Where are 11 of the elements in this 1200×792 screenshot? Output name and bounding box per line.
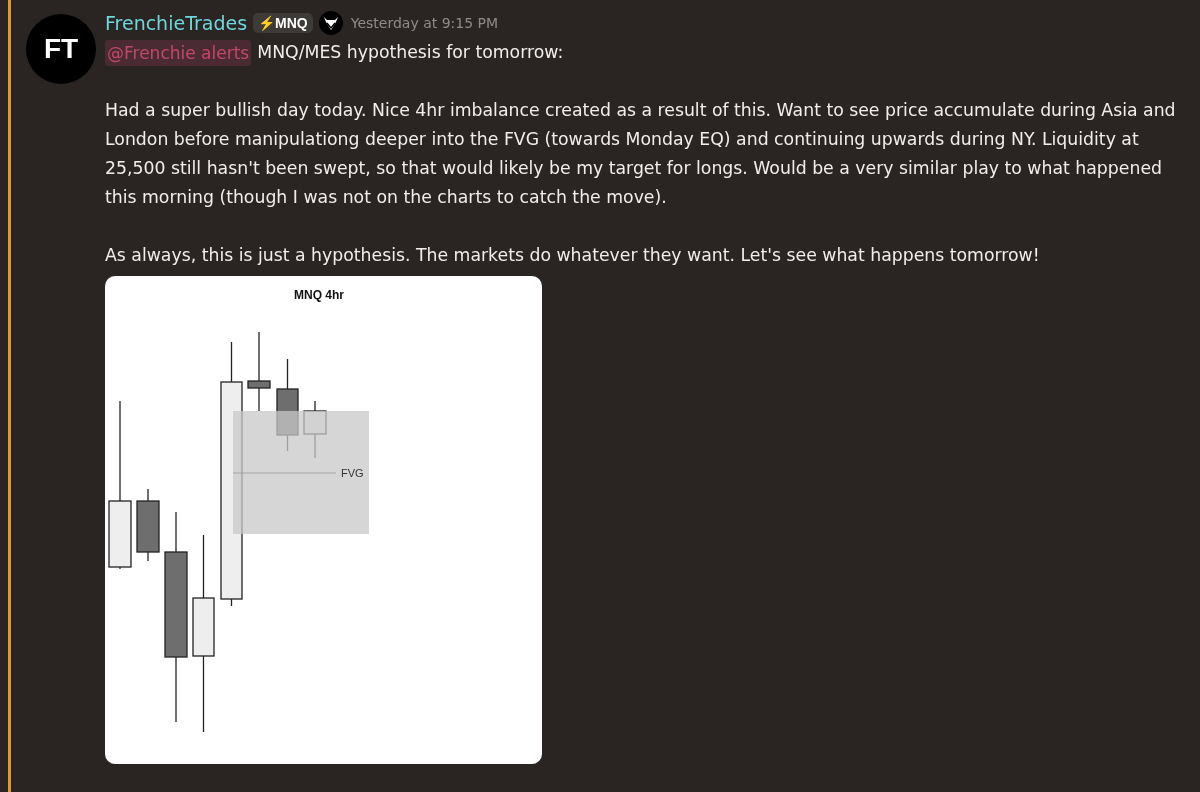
author-name[interactable]: FrenchieTrades — [105, 12, 248, 34]
message-text: As always, this is just a hypothesis. The markets do whatever they want. Let's see what happens tomorrow! — [105, 244, 1041, 267]
timestamp: Yesterday at 9:15 PM — [350, 15, 499, 31]
chart-title: MNQ 4hr — [294, 288, 344, 302]
zone-label: FVG — [341, 467, 364, 479]
avatar[interactable]: FT — [26, 14, 96, 84]
bull-icon — [318, 11, 343, 35]
message-text: MNQ/MES hypothesis for tomorrow: — [257, 41, 564, 64]
role-tag: ⚡MNQ — [253, 13, 313, 33]
message-text: Had a super bullish day today. Nice 4hr imbalance created as a result of this. Want to see price accumulate during Asia and London before manipulationg deeper into the FVG (towards Monday EQ) and continuing upwards during NY. Liquidity at 25,500 still hasn't been swept, so that would likely be my target for longs. Would be a very similar play to what happened this morning (though I was not on the charts to catch the move). — [105, 99, 1177, 209]
chart-image[interactable]: MNQ 4hr FVG — [105, 276, 542, 764]
